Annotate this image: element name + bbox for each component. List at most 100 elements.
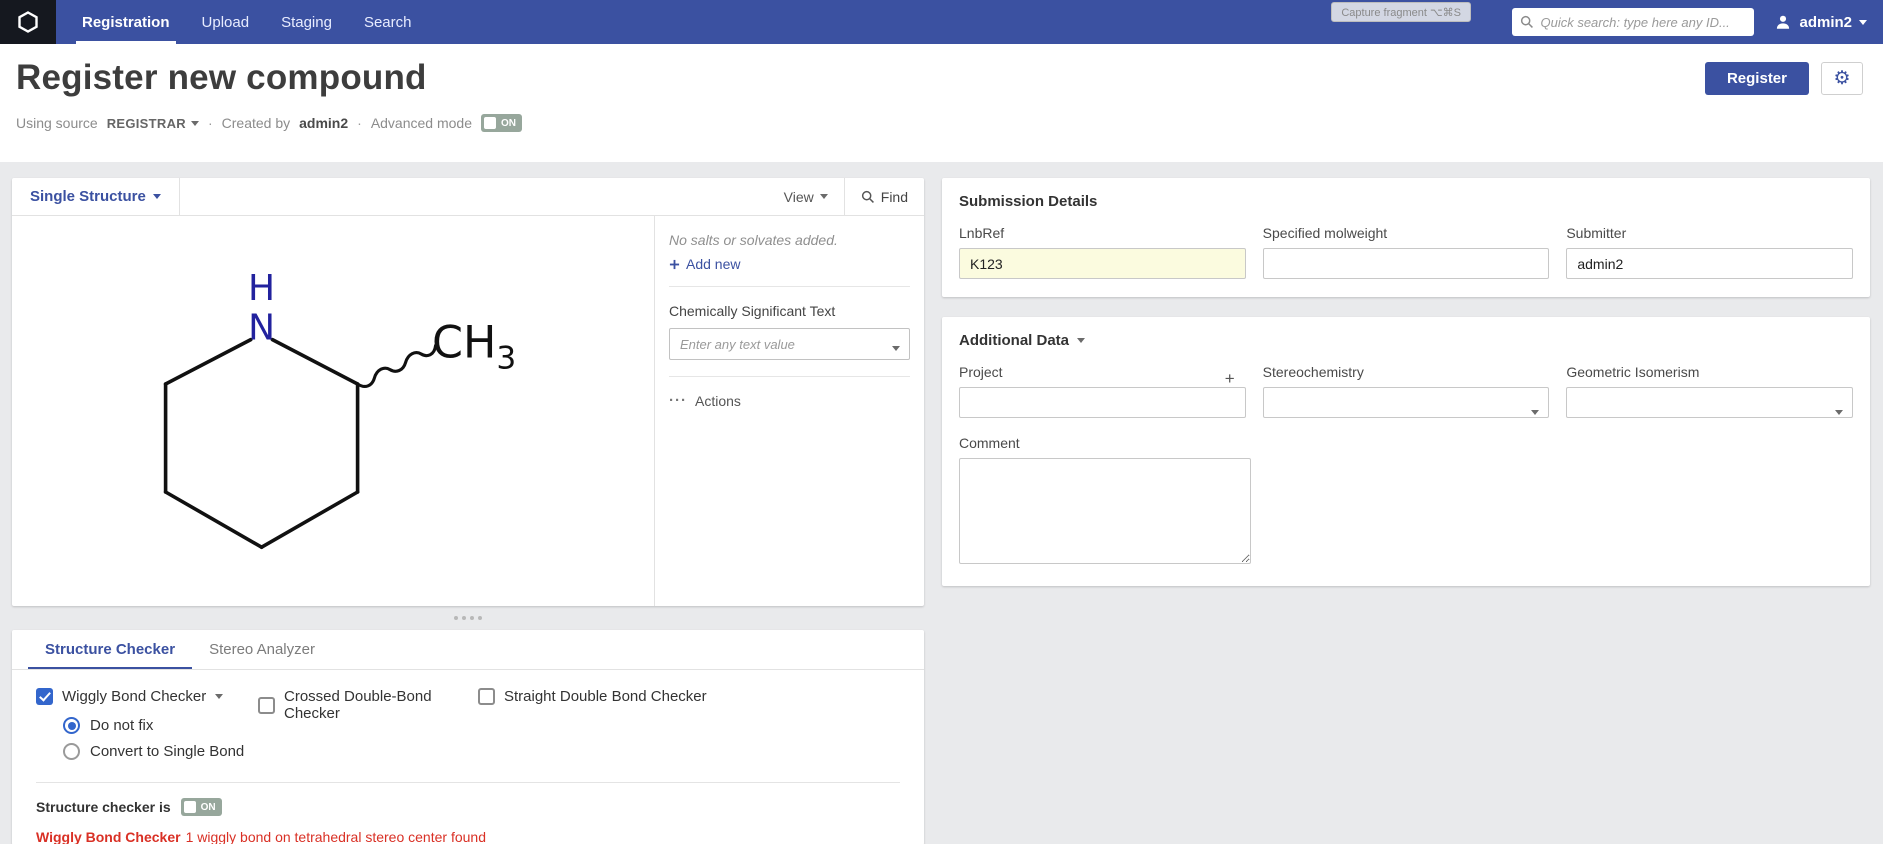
chevron-down-icon — [1077, 338, 1085, 347]
toggle-knob — [184, 801, 196, 813]
quick-search-input[interactable] — [1540, 15, 1746, 30]
nav-item-label: Registration — [82, 14, 170, 31]
nav-item-label: Staging — [281, 14, 332, 31]
header-meta-row: Using source REGISTRAR · Created by admi… — [16, 114, 1863, 132]
geometric-isomerism-input[interactable] — [1566, 387, 1853, 418]
register-button[interactable]: Register — [1705, 62, 1809, 95]
straight-double-bond-checker-checkbox[interactable]: Straight Double Bond Checker — [478, 688, 707, 705]
nav-right-group: admin2 — [1512, 0, 1883, 44]
crossed-double-bond-checker-checkbox[interactable]: Crossed Double-Bond Checker — [258, 688, 478, 722]
specified-molweight-label: Specified molweight — [1263, 225, 1550, 241]
submission-details-title: Submission Details — [959, 193, 1853, 210]
tab-structure-checker[interactable]: Structure Checker — [28, 630, 192, 669]
submitter-input[interactable] — [1566, 248, 1853, 279]
structure-mode-dropdown[interactable]: Single Structure — [12, 178, 180, 215]
username-label: admin2 — [1799, 14, 1852, 31]
radio-do-not-fix[interactable]: Do not fix — [63, 717, 258, 734]
page-title: Register new compound — [16, 58, 427, 98]
stereochemistry-label: Stereochemistry — [1263, 364, 1550, 380]
separator-dot: · — [357, 115, 362, 131]
project-input[interactable] — [959, 387, 1246, 418]
radio-label: Convert to Single Bond — [90, 743, 244, 760]
radio-label: Do not fix — [90, 717, 153, 734]
chevron-down-icon — [1531, 410, 1539, 419]
ellipsis-icon: ··· — [669, 398, 687, 404]
advanced-mode-label: Advanced mode — [371, 115, 472, 131]
salts-note: No salts or solvates added. — [669, 232, 910, 248]
molecule-canvas[interactable]: H N CH3 — [12, 216, 654, 606]
checker-tabs: Structure Checker Stereo Analyzer — [12, 630, 924, 670]
stereochemistry-input[interactable] — [1263, 387, 1550, 418]
actions-label: Actions — [695, 393, 741, 409]
tab-label: Stereo Analyzer — [209, 641, 315, 658]
nav-item-staging[interactable]: Staging — [265, 0, 348, 44]
source-dropdown[interactable]: REGISTRAR — [107, 116, 199, 131]
nav-item-upload[interactable]: Upload — [186, 0, 266, 44]
additional-data-card: Additional Data Project + Stereochemistr… — [942, 317, 1870, 586]
settings-button[interactable]: ⚙ — [1821, 62, 1863, 95]
stereochemistry-select[interactable]: Stereochemistry — [1263, 364, 1550, 418]
chevron-down-icon — [1859, 20, 1867, 29]
additional-data-title: Additional Data — [959, 332, 1069, 349]
checkbox-unchecked-icon[interactable] — [258, 697, 275, 714]
actions-menu-button[interactable]: ··· Actions — [669, 376, 910, 409]
resize-handle[interactable] — [446, 612, 490, 624]
search-icon — [861, 190, 875, 204]
chevron-down-icon — [820, 194, 828, 203]
wiggly-fix-options: Do not fix Convert to Single Bond — [63, 717, 258, 760]
created-by-label: Created by — [222, 115, 290, 131]
radio-unselected-icon[interactable] — [63, 743, 80, 760]
capture-fragment-overlay-button[interactable]: Capture fragment ⌥⌘S — [1331, 2, 1471, 22]
geometric-isomerism-select[interactable]: Geometric Isomerism — [1566, 364, 1853, 418]
cst-combobox[interactable]: Enter any text value — [669, 328, 910, 360]
nav-item-search[interactable]: Search — [348, 0, 428, 44]
gear-icon: ⚙ — [1833, 67, 1850, 90]
checkbox-label: Crossed Double-Bond Checker — [284, 688, 478, 722]
lnbref-input[interactable] — [959, 248, 1246, 279]
add-new-salt-button[interactable]: Add new — [669, 256, 910, 287]
structure-checker-toggle[interactable]: ON — [181, 798, 222, 816]
add-project-button[interactable]: + — [1222, 371, 1238, 387]
source-value: REGISTRAR — [107, 116, 186, 131]
app-logo[interactable] — [0, 0, 56, 44]
toggle-state-label: ON — [501, 118, 516, 129]
chevron-down-icon — [191, 121, 199, 130]
using-source-label: Using source — [16, 115, 98, 131]
submitter-label: Submitter — [1566, 225, 1853, 241]
geometric-isomerism-label: Geometric Isomerism — [1566, 364, 1853, 380]
wiggly-bond-checker-checkbox[interactable]: Wiggly Bond Checker — [36, 688, 258, 705]
structure-editor-card: Single Structure View Find — [12, 178, 924, 606]
structure-card-header: Single Structure View Find — [12, 178, 924, 216]
warning-title: Wiggly Bond Checker — [36, 829, 181, 844]
comment-textarea[interactable] — [959, 458, 1251, 564]
toggle-state-label: ON — [201, 802, 216, 813]
find-button[interactable]: Find — [844, 178, 924, 215]
structure-checker-status-label: Structure checker is — [36, 799, 171, 815]
chevron-down-icon[interactable] — [215, 694, 223, 703]
checkbox-label: Straight Double Bond Checker — [504, 688, 707, 705]
view-label: View — [784, 189, 814, 205]
toggle-knob — [484, 117, 496, 129]
radio-convert-to-single-bond[interactable]: Convert to Single Bond — [63, 743, 258, 760]
additional-data-collapse-toggle[interactable]: Additional Data — [959, 332, 1853, 349]
checker-warning: Wiggly Bond Checker1 wiggly bond on tetr… — [36, 829, 900, 844]
quick-search — [1512, 8, 1754, 36]
hexagon-logo-icon — [16, 10, 40, 34]
nav-item-registration[interactable]: Registration — [66, 0, 186, 44]
checkbox-checked-icon[interactable] — [36, 688, 53, 705]
tab-stereo-analyzer[interactable]: Stereo Analyzer — [192, 630, 332, 669]
user-menu[interactable]: admin2 — [1774, 13, 1867, 31]
view-dropdown[interactable]: View — [768, 178, 844, 215]
top-nav: Registration Upload Staging Search Captu… — [0, 0, 1883, 44]
plus-icon — [669, 259, 680, 270]
checkbox-unchecked-icon[interactable] — [478, 688, 495, 705]
radio-selected-icon[interactable] — [63, 717, 80, 734]
specified-molweight-input[interactable] — [1263, 248, 1550, 279]
created-by-value: admin2 — [299, 115, 348, 131]
nitrogen-atom-label: N — [248, 308, 275, 349]
panel-resize-row — [12, 606, 924, 630]
chevron-down-icon — [892, 346, 900, 355]
advanced-mode-toggle[interactable]: ON — [481, 114, 522, 132]
search-icon — [1520, 15, 1534, 29]
separator-dot: · — [208, 115, 213, 131]
